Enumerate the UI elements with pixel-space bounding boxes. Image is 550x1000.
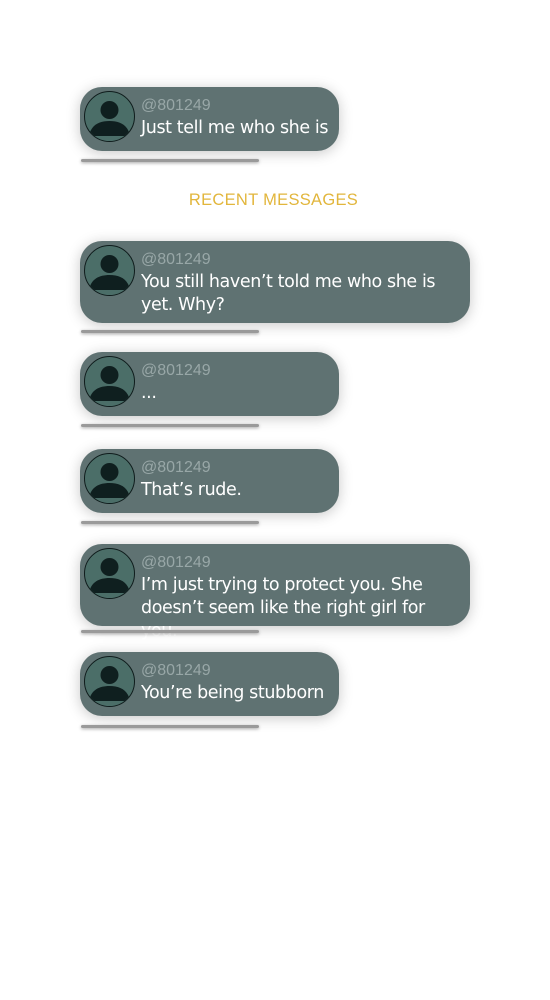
message-handle: @801249 [141,362,211,379]
message-handle: @801249 [141,554,211,571]
message-text: You’re being stubborn [141,683,324,703]
message-item[interactable]: @801249 You’re being stubborn [80,652,339,716]
message-divider [81,330,259,333]
message-item[interactable]: @801249 I’m just trying to protect you. … [80,544,470,641]
message-divider [81,424,259,427]
user-avatar-icon [84,548,135,599]
message-item[interactable]: @801249 ... [80,352,339,416]
message-divider [81,630,259,633]
section-title: RECENT MESSAGES [188,191,359,209]
message-text: ... [141,383,157,403]
message-handle: @801249 [141,251,211,268]
user-avatar-icon [84,245,135,296]
user-avatar-icon [84,91,135,142]
message-handle: @801249 [141,97,211,114]
message-handle: @801249 [141,662,211,679]
user-avatar-icon [84,656,135,707]
user-avatar-icon [84,453,135,504]
message-divider [81,725,259,728]
message-divider [81,159,259,162]
message-text: You still haven’t told me who she is yet… [141,272,436,315]
message-divider [81,521,259,524]
message-handle: @801249 [141,459,211,476]
message-text: Just tell me who she is [141,118,329,138]
message-item[interactable]: @801249 You still haven’t told me who sh… [80,241,470,323]
user-avatar-icon [84,356,135,407]
pinned-message[interactable]: @801249 Just tell me who she is [80,87,339,151]
message-item[interactable]: @801249 That’s rude. [80,449,339,513]
message-text: That’s rude. [141,480,242,500]
